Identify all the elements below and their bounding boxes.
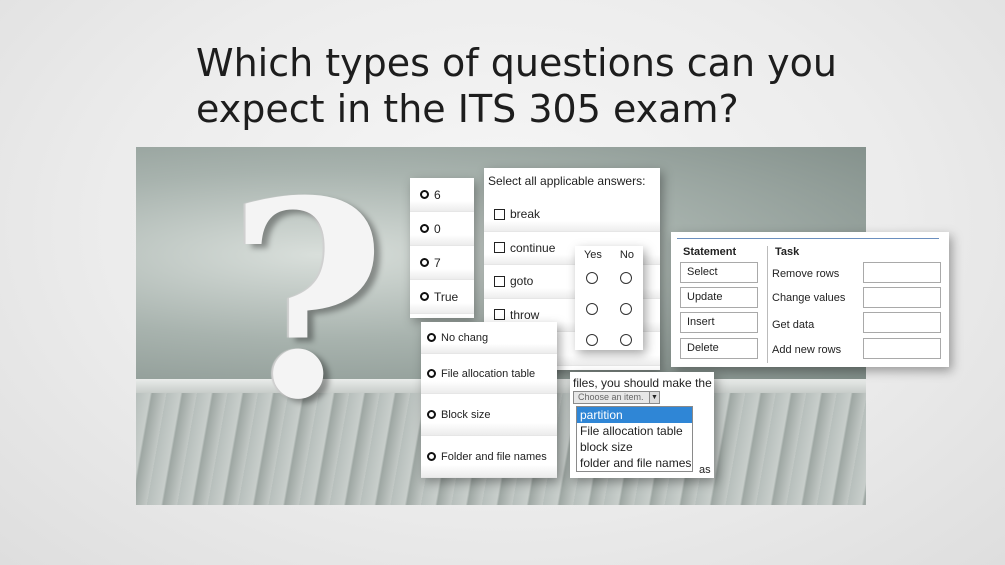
radio-icon xyxy=(427,333,436,342)
checkbox-icon xyxy=(494,208,505,220)
answer-drop-target[interactable] xyxy=(863,338,941,359)
single-choice-panel: 6 0 7 True xyxy=(410,178,474,318)
answer-drop-target[interactable] xyxy=(863,312,941,333)
yes-no-row xyxy=(575,293,643,324)
yes-label: Yes xyxy=(583,249,602,261)
yes-no-panel: Yes No xyxy=(575,246,643,350)
radio-option[interactable]: 0 xyxy=(410,212,474,246)
yes-no-row xyxy=(575,262,643,293)
radio-option-label: 6 xyxy=(434,187,441,202)
yes-radio[interactable] xyxy=(586,333,598,346)
radio-icon xyxy=(420,190,429,199)
task-label: Remove rows xyxy=(772,268,840,280)
yes-radio[interactable] xyxy=(586,271,598,284)
answer-drop-target[interactable] xyxy=(863,262,941,283)
multiple-choice-header: Select all applicable answers: xyxy=(488,174,646,188)
dropdown-option[interactable]: folder and file names xyxy=(577,455,692,471)
answer-drop-target[interactable] xyxy=(863,287,941,308)
dropdown-option[interactable]: File allocation table xyxy=(577,423,692,439)
radio-option-label: 0 xyxy=(434,221,441,236)
radio-icon xyxy=(420,258,429,267)
checkbox-label: break xyxy=(510,207,541,222)
yes-radio[interactable] xyxy=(586,302,598,315)
radio-icon xyxy=(420,292,429,301)
radio-option[interactable]: 6 xyxy=(410,178,474,212)
dropdown-option[interactable]: block size xyxy=(577,439,692,455)
accent-line xyxy=(677,238,939,239)
radio-icon xyxy=(427,369,436,378)
matching-panel: Statement Task Select Update Insert Dele… xyxy=(671,232,949,367)
choose-item-combo[interactable]: Choose an item. ▼ xyxy=(573,391,660,404)
checkbox-label: goto xyxy=(510,274,534,289)
yes-no-row xyxy=(575,324,643,355)
single-choice-panel-2: No chang File allocation table Block siz… xyxy=(421,322,557,478)
statement-header: Statement xyxy=(683,246,737,258)
slide-title: Which types of questions can you expect … xyxy=(196,40,896,132)
task-header: Task xyxy=(775,246,800,258)
radio-icon xyxy=(420,224,429,233)
radio-option-label: Folder and file names xyxy=(441,450,547,463)
dropdown-trailing-text: as xyxy=(699,464,711,476)
radio-option-label: File allocation table xyxy=(441,367,536,380)
slide-title-line-2: expect in the ITS 305 exam? xyxy=(196,87,739,131)
radio-option[interactable]: Folder and file names xyxy=(421,436,557,478)
task-label: Get data xyxy=(772,319,815,331)
statement-item-insert[interactable]: Insert xyxy=(680,312,758,333)
radio-option-label: 7 xyxy=(434,255,441,270)
radio-icon xyxy=(427,410,436,419)
radio-option[interactable]: True xyxy=(410,280,474,314)
checkbox-label: continue xyxy=(510,240,556,255)
dropdown-prompt: files, you should make the xyxy=(573,376,712,390)
dropdown-option-partition[interactable]: partition xyxy=(577,407,692,423)
question-mark-icon: ? xyxy=(228,147,387,459)
combo-placeholder: Choose an item. xyxy=(578,392,644,402)
radio-option-label: No chang xyxy=(441,331,489,344)
task-label: Change values xyxy=(772,292,846,304)
checkbox-label: throw xyxy=(510,307,540,322)
checkbox-icon xyxy=(494,309,505,321)
task-label: Add new rows xyxy=(772,344,842,356)
slide-title-line-1: Which types of questions can you xyxy=(196,41,837,85)
no-radio[interactable] xyxy=(620,302,632,315)
chevron-down-icon[interactable]: ▼ xyxy=(649,392,659,403)
column-divider xyxy=(767,246,768,363)
dropdown-panel: files, you should make the Choose an ite… xyxy=(570,372,714,478)
no-radio[interactable] xyxy=(620,333,632,346)
radio-option-label: True xyxy=(434,289,459,304)
checkbox-icon xyxy=(494,242,505,254)
radio-option-label: Block size xyxy=(441,408,491,421)
radio-option[interactable]: Block size xyxy=(421,394,557,436)
radio-option[interactable]: 7 xyxy=(410,246,474,280)
checkbox-icon xyxy=(494,275,505,287)
radio-icon xyxy=(427,452,436,461)
yes-no-header: Yes No xyxy=(575,246,643,262)
statement-item-update[interactable]: Update xyxy=(680,287,758,308)
radio-option[interactable]: No chang xyxy=(421,322,557,354)
dropdown-options-list: partition File allocation table block si… xyxy=(576,406,693,472)
statement-item-select[interactable]: Select xyxy=(680,262,758,283)
radio-option[interactable]: File allocation table xyxy=(421,354,557,394)
no-radio[interactable] xyxy=(620,271,632,284)
no-label: No xyxy=(619,249,634,261)
checkbox-option[interactable]: break xyxy=(484,198,660,232)
statement-item-delete[interactable]: Delete xyxy=(680,338,758,359)
